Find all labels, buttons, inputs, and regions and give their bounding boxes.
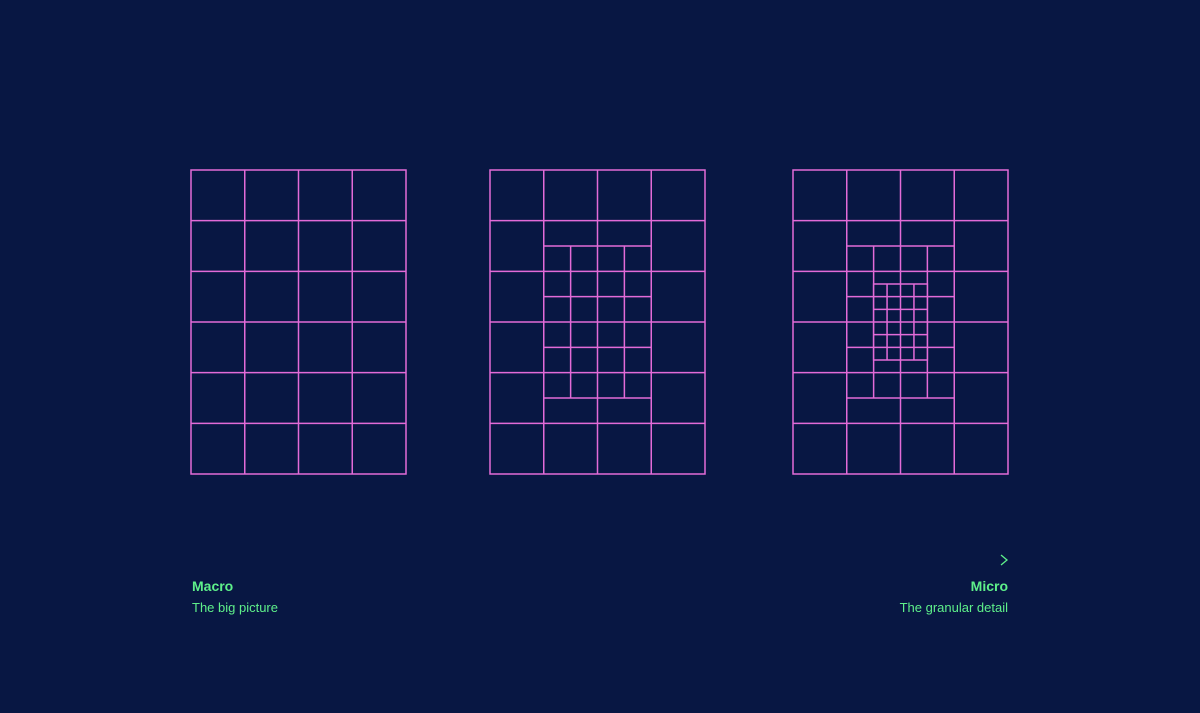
macro-subtitle: The big picture bbox=[192, 600, 278, 615]
micro-subtitle: The granular detail bbox=[899, 600, 1008, 615]
macro-label: Macro bbox=[192, 578, 234, 594]
grid-micro bbox=[792, 169, 1009, 475]
grid-diagrams bbox=[190, 169, 1009, 566]
scale-arrow bbox=[235, 554, 1009, 566]
micro-label: Micro bbox=[970, 578, 1008, 594]
grid-mid bbox=[489, 169, 706, 475]
grid-macro bbox=[190, 169, 407, 475]
